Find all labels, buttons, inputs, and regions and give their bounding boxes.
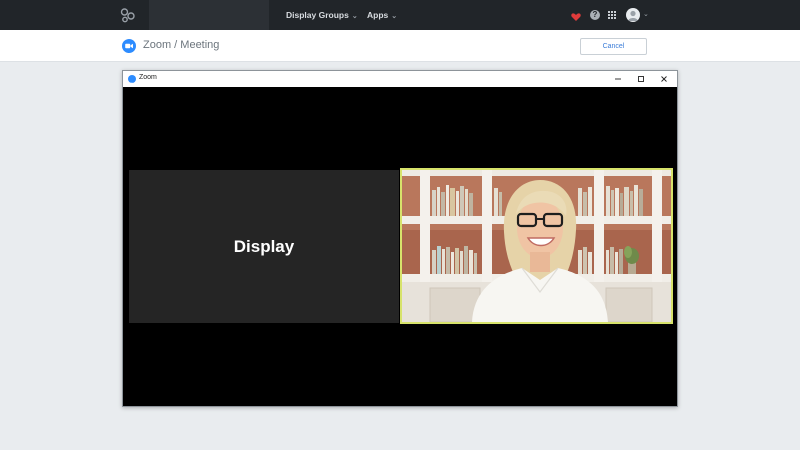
chevron-down-icon: ⌄ bbox=[391, 13, 398, 20]
page-title: Zoom / Meeting bbox=[143, 39, 220, 51]
display-share-tile[interactable]: Display bbox=[129, 170, 399, 323]
user-avatar[interactable] bbox=[626, 8, 640, 22]
display-label: Display bbox=[233, 236, 295, 256]
nav-apps[interactable]: Apps ⌄ bbox=[367, 0, 397, 30]
top-navbar: Display Groups ⌄ Apps ⌄ ? ⌄ bbox=[0, 0, 800, 30]
app-logo-icon[interactable] bbox=[108, 0, 148, 30]
heart-icon[interactable] bbox=[571, 9, 581, 27]
window-title: Zoom bbox=[139, 74, 157, 81]
chevron-down-icon[interactable]: ⌄ bbox=[643, 0, 649, 30]
zoom-icon bbox=[122, 39, 136, 53]
zoom-icon bbox=[128, 75, 136, 86]
close-icon[interactable] bbox=[654, 71, 674, 87]
page-header: Zoom / Meeting Cancel bbox=[0, 30, 800, 62]
apps-grid-icon[interactable] bbox=[608, 11, 617, 20]
nav-display-groups[interactable]: Display Groups ⌄ bbox=[286, 0, 358, 30]
nav-display-groups-label: Display Groups bbox=[286, 10, 349, 20]
window-titlebar[interactable]: Zoom bbox=[123, 71, 677, 87]
nav-apps-label: Apps bbox=[367, 10, 389, 20]
minimize-icon[interactable] bbox=[608, 71, 628, 87]
maximize-icon[interactable] bbox=[631, 71, 651, 87]
participant-video-image bbox=[402, 170, 671, 322]
help-icon[interactable]: ? bbox=[590, 10, 600, 20]
participant-video-tile[interactable] bbox=[400, 168, 673, 324]
cancel-button[interactable]: Cancel bbox=[580, 38, 647, 55]
chevron-down-icon: ⌄ bbox=[351, 13, 358, 20]
nav-active-slot bbox=[149, 0, 269, 30]
zoom-window: Zoom Display bbox=[122, 70, 678, 407]
